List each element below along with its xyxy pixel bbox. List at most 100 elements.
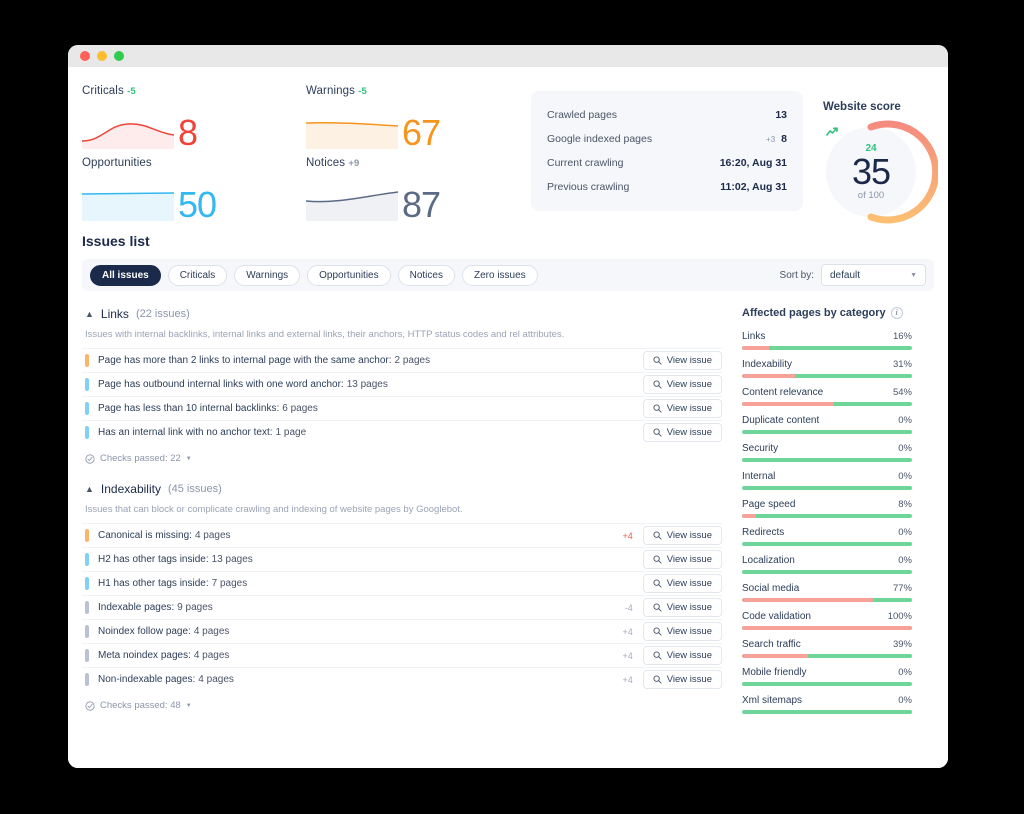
- metric-body: 87: [306, 171, 530, 223]
- issue-count: 13 pages: [211, 554, 253, 565]
- category-label: Mobile friendly: [742, 667, 807, 678]
- search-icon: [653, 579, 662, 588]
- issue-row[interactable]: Canonical is missing: 4 pages +4 View is…: [82, 523, 722, 547]
- filter-chip-all-issues[interactable]: All issues: [90, 264, 161, 286]
- metric-label: Warnings -5: [306, 85, 530, 97]
- issue-title: Meta noindex pages:: [98, 650, 191, 661]
- view-issue-button[interactable]: View issue: [642, 351, 722, 370]
- stat-value: 11:02, Aug 31: [720, 181, 787, 193]
- stat-value: 8: [781, 133, 787, 145]
- minimize-window-button[interactable]: [97, 51, 107, 61]
- category-percent: 0%: [898, 415, 912, 426]
- affected-pages-panel: Affected pages by category i Links 16% Ind…: [742, 307, 912, 729]
- checks-passed-label: Checks passed: 48: [100, 700, 181, 711]
- view-issue-button[interactable]: View issue: [642, 646, 722, 665]
- check-circle-icon: [85, 700, 95, 711]
- maximize-window-button[interactable]: [114, 51, 124, 61]
- gauge-of-label: of 100: [857, 190, 885, 201]
- issue-row[interactable]: Page has more than 2 links to internal p…: [82, 348, 722, 372]
- metric-column-left: Criticals -5 8 Opportunities 50: [82, 85, 306, 227]
- view-issue-label: View issue: [666, 650, 712, 661]
- issues-section-links: ▲ Links (22 issues) Issues with internal…: [82, 307, 722, 464]
- search-icon: [653, 531, 662, 540]
- issue-row[interactable]: Page has outbound internal links with on…: [82, 372, 722, 396]
- category-bar: [742, 598, 912, 602]
- metric-value: 8: [178, 112, 198, 153]
- issue-row[interactable]: H1 has other tags inside: 7 pages View i…: [82, 571, 722, 595]
- issue-title: Page has more than 2 links to internal p…: [98, 355, 392, 366]
- category-bar-affected: [742, 514, 756, 518]
- issue-row[interactable]: Noindex follow page: 4 pages +4 View iss…: [82, 619, 722, 643]
- issue-row[interactable]: Has an internal link with no anchor text…: [82, 420, 722, 444]
- issue-row[interactable]: Meta noindex pages: 4 pages +4 View issu…: [82, 643, 722, 667]
- metric-label: Opportunities: [82, 157, 306, 169]
- category-label: Security: [742, 443, 779, 454]
- metric-opportunities: Opportunities 50: [82, 157, 306, 229]
- severity-marker-opportunity: [85, 577, 89, 590]
- stat-right: 11:02, Aug 31: [714, 181, 787, 193]
- category-bar-affected: [742, 374, 795, 378]
- category-top-row: Internal 0%: [742, 471, 912, 482]
- filter-chip-criticals[interactable]: Criticals: [167, 264, 228, 286]
- view-issue-label: View issue: [666, 554, 712, 565]
- category-label: Social media: [742, 583, 800, 594]
- checks-passed-label: Checks passed: 22: [100, 453, 181, 464]
- issues-left-column: ▲ Links (22 issues) Issues with internal…: [82, 307, 722, 729]
- stat-row: Crawled pages 13: [547, 103, 787, 127]
- category-item: Duplicate content 0%: [742, 415, 912, 434]
- notices-sparkline: [306, 181, 398, 221]
- info-icon[interactable]: i: [890, 307, 903, 319]
- issue-row[interactable]: Non-indexable pages: 4 pages +4 View iss…: [82, 667, 722, 691]
- view-issue-button[interactable]: View issue: [642, 598, 722, 617]
- view-issue-label: View issue: [666, 578, 712, 589]
- issue-count: 4 pages: [194, 530, 231, 541]
- issue-count: 7 pages: [211, 578, 248, 589]
- view-issue-button[interactable]: View issue: [642, 423, 722, 442]
- view-issue-button[interactable]: View issue: [642, 574, 722, 593]
- sort-by-select[interactable]: default ▼: [821, 264, 926, 286]
- category-bar: [742, 682, 912, 686]
- view-issue-button[interactable]: View issue: [642, 399, 722, 418]
- view-issue-button[interactable]: View issue: [642, 526, 722, 545]
- category-bar: [742, 710, 912, 714]
- affected-pages-title-row: Affected pages by category i: [742, 307, 912, 319]
- issue-delta: +4: [622, 626, 633, 637]
- view-issue-label: View issue: [666, 427, 712, 438]
- view-issue-button[interactable]: View issue: [642, 375, 722, 394]
- search-icon: [653, 404, 662, 413]
- category-label: Xml sitemaps: [742, 695, 803, 706]
- view-issue-label: View issue: [666, 379, 712, 390]
- issue-row[interactable]: Page has less than 10 internal backlinks…: [82, 396, 722, 420]
- issue-row[interactable]: Indexable pages: 9 pages -4 View issue: [82, 595, 722, 619]
- severity-marker-warning: [85, 529, 89, 542]
- search-icon: [653, 356, 662, 365]
- close-window-button[interactable]: [80, 51, 90, 61]
- view-issue-button[interactable]: View issue: [642, 550, 722, 569]
- filter-chip-zero-issues[interactable]: Zero issues: [461, 264, 538, 286]
- view-issue-button[interactable]: View issue: [642, 622, 722, 641]
- category-percent: 54%: [892, 387, 912, 398]
- section-name: Links: [100, 307, 129, 321]
- severity-marker-opportunity: [85, 426, 89, 439]
- stat-row: Previous crawling 11:02, Aug 31: [547, 175, 787, 199]
- checks-passed-indexability[interactable]: Checks passed: 48 ▼: [85, 700, 722, 711]
- issue-title: Noindex follow page:: [98, 626, 191, 637]
- section-header-links[interactable]: ▲ Links (22 issues): [82, 307, 722, 321]
- severity-marker-opportunity: [85, 553, 89, 566]
- category-label: Page speed: [742, 499, 796, 510]
- metric-body: 50: [82, 171, 306, 223]
- criticals-sparkline: [82, 109, 174, 149]
- category-item: Mobile friendly 0%: [742, 667, 912, 686]
- category-percent: 0%: [898, 695, 912, 706]
- category-top-row: Social media 77%: [742, 583, 912, 594]
- checks-passed-links[interactable]: Checks passed: 22 ▼: [85, 453, 722, 464]
- section-header-indexability[interactable]: ▲ Indexability (45 issues): [82, 482, 722, 496]
- issue-delta: -4: [624, 602, 633, 613]
- filter-chip-notices[interactable]: Notices: [397, 264, 455, 286]
- issue-row[interactable]: H2 has other tags inside: 13 pages View …: [82, 547, 722, 571]
- category-label: Search traffic: [742, 639, 801, 650]
- view-issue-button[interactable]: View issue: [642, 670, 722, 689]
- filter-chip-opportunities[interactable]: Opportunities: [307, 264, 391, 286]
- issue-title: Canonical is missing:: [98, 530, 192, 541]
- filter-chip-warnings[interactable]: Warnings: [234, 264, 301, 286]
